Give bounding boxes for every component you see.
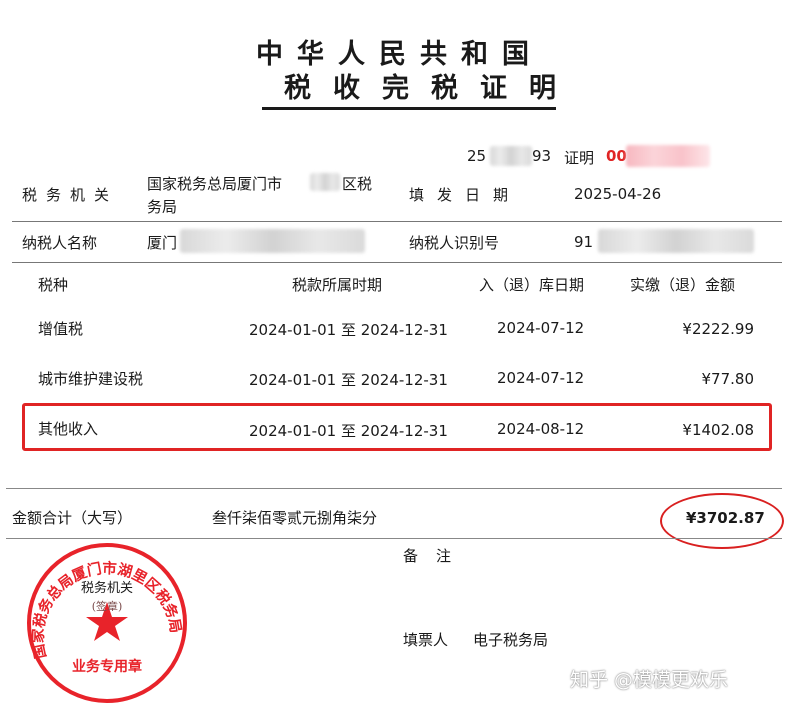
row1-date: 2024-07-12 (497, 319, 585, 337)
divider-line (6, 488, 782, 489)
row3-amount: ¥1402.08 (682, 421, 754, 439)
row2-date: 2024-07-12 (497, 369, 585, 387)
divider-line (12, 221, 782, 222)
serial-redacted (490, 146, 532, 166)
issuer-value: 电子税务局 (473, 631, 549, 649)
total-amount: ¥3702.87 (686, 509, 765, 527)
taxpayer-name-redacted (180, 229, 365, 253)
issuer-label: 填票人 (403, 631, 449, 649)
issue-date-value: 2025-04-26 (574, 185, 662, 203)
row1-amount: ¥2222.99 (682, 320, 754, 338)
cert-code-redacted (626, 145, 710, 167)
row3-tax-type: 其他收入 (38, 420, 99, 438)
taxpayer-name-label: 纳税人名称 (22, 234, 98, 252)
seal-center-top: 税务机关 (81, 580, 133, 596)
row2-tax-type: 城市维护建设税 (38, 370, 144, 388)
row2-period: 2024-01-01 至 2024-12-31 (249, 371, 448, 389)
divider-line (12, 262, 782, 263)
taxpayer-id-prefix: 91 (574, 233, 594, 251)
taxpayer-id-redacted (598, 229, 754, 253)
col-header-period: 税款所属时期 (292, 276, 383, 294)
tax-authority-redacted (310, 173, 340, 191)
seal-bottom-text: 业务专用章 (72, 658, 142, 675)
total-label: 金额合计（大写） (12, 509, 133, 527)
tax-authority-label: 税务机关 (22, 186, 119, 204)
serial-label: 证明 (564, 149, 595, 167)
issue-date-label: 填发日期 (409, 186, 522, 204)
watermark-text: 知乎 @模模更欢乐 (570, 669, 729, 691)
official-seal-icon: 国家税务总局厦门市湖里区税务局 税务机关 (签章) 业务专用章 (27, 543, 187, 703)
serial-suffix: 93 (532, 147, 552, 165)
col-header-amount: 实缴（退）金额 (630, 276, 736, 294)
total-uppercase: 叁仟柒佰零贰元捌角柒分 (212, 509, 378, 527)
taxpayer-name-prefix: 厦门 (147, 234, 178, 252)
taxpayer-id-label: 纳税人识别号 (409, 234, 500, 252)
tax-authority-line1-suffix: 区税 (342, 175, 373, 193)
row1-period: 2024-01-01 至 2024-12-31 (249, 321, 448, 339)
col-header-tax-type: 税种 (38, 276, 69, 294)
row1-tax-type: 增值税 (38, 320, 84, 338)
remarks-label: 备注 (403, 547, 470, 565)
seal-center-sub: (签章) (92, 599, 123, 613)
row3-period: 2024-01-01 至 2024-12-31 (249, 422, 448, 440)
row2-amount: ¥77.80 (701, 370, 755, 388)
tax-authority-line1: 国家税务总局厦门市 (147, 175, 283, 193)
cert-code-prefix: 00 (606, 147, 627, 165)
certificate-title-main: 税收完税证明 (262, 66, 556, 110)
divider-line (6, 538, 782, 539)
col-header-date: 入（退）库日期 (479, 276, 585, 294)
row3-date: 2024-08-12 (497, 420, 585, 438)
serial-prefix: 25 (467, 147, 487, 165)
tax-authority-line2: 务局 (147, 198, 178, 216)
